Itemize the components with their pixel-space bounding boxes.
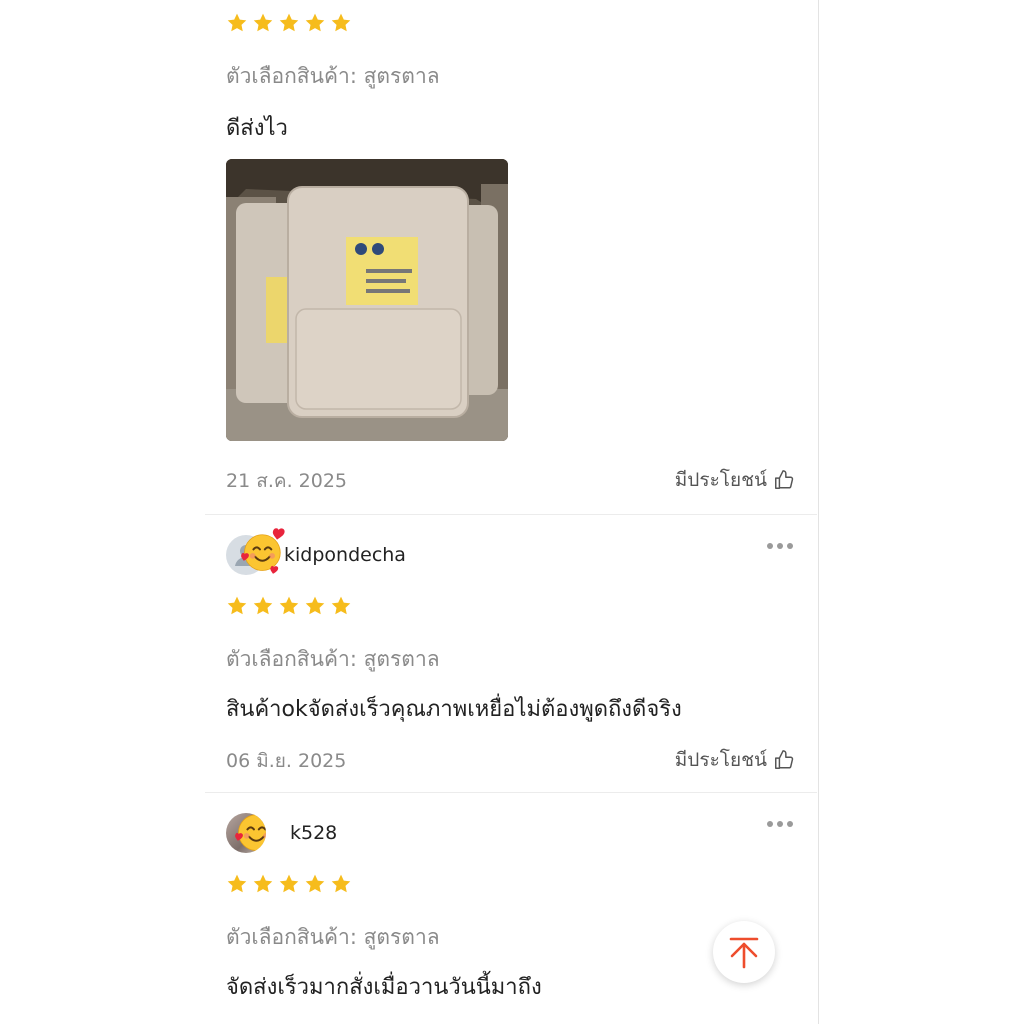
scroll-to-top-button[interactable]	[713, 921, 775, 983]
product-variant: ตัวเลือกสินค้า: สูตรตาล	[226, 64, 440, 88]
review-item-1: ตัวเลือกสินค้า: สูตรตาล ดีส่งไว 21 ส.ค. …	[205, 0, 817, 514]
reviewer-name: kidpondecha	[284, 544, 406, 566]
rating-stars	[226, 873, 352, 895]
star-icon	[252, 873, 274, 895]
star-icon	[226, 873, 248, 895]
review-feed: ตัวเลือกสินค้า: สูตรตาล ดีส่งไว 21 ส.ค. …	[205, 0, 817, 1024]
star-icon	[330, 595, 352, 617]
review-item-3: k528 ตัวเลือกสินค้า: สูตรตาล จัดส่งเร็วม…	[205, 793, 817, 1024]
review-photo-image	[226, 159, 508, 441]
star-icon	[226, 12, 248, 34]
star-icon	[252, 595, 274, 617]
smiling-face-with-hearts-icon	[232, 813, 266, 853]
review-text: ดีส่งไว	[226, 116, 288, 141]
star-icon	[278, 595, 300, 617]
right-margin	[818, 0, 1024, 1024]
rating-stars	[226, 595, 352, 617]
review-photo[interactable]	[226, 159, 508, 441]
star-icon	[304, 595, 326, 617]
star-icon	[330, 12, 352, 34]
arrow-to-top-icon	[729, 937, 759, 969]
reviewer-name: k528	[290, 822, 338, 844]
avatar	[226, 535, 266, 575]
star-icon	[330, 873, 352, 895]
more-dots-icon	[767, 821, 773, 827]
star-icon	[304, 12, 326, 34]
star-icon	[304, 873, 326, 895]
thumbs-up-icon	[773, 469, 795, 491]
smiling-face-with-hearts-icon	[238, 525, 290, 577]
rating-stars	[226, 12, 352, 34]
more-dots-icon	[767, 543, 773, 549]
star-icon	[252, 12, 274, 34]
avatar	[226, 813, 266, 853]
left-margin	[0, 0, 205, 1024]
review-text: จัดส่งเร็วมากสั่งเมื่อวานวันนี้มาถึง	[226, 975, 542, 1000]
helpful-label: มีประโยชน์	[674, 749, 767, 771]
helpful-label: มีประโยชน์	[674, 469, 767, 491]
star-icon	[278, 12, 300, 34]
thumbs-up-icon	[773, 749, 795, 771]
review-date: 21 ส.ค. 2025	[226, 470, 347, 492]
product-variant: ตัวเลือกสินค้า: สูตรตาล	[226, 647, 440, 671]
more-options-button[interactable]	[763, 539, 797, 553]
review-date: 06 มิ.ย. 2025	[226, 750, 347, 772]
review-item-2: kidpondecha ตัวเลือกสินค้า: สูตรตาล สินค…	[205, 515, 817, 792]
reviewer: kidpondecha	[226, 535, 406, 575]
helpful-button[interactable]: มีประโยชน์	[675, 465, 795, 495]
product-variant: ตัวเลือกสินค้า: สูตรตาล	[226, 925, 440, 949]
star-icon	[278, 873, 300, 895]
more-options-button[interactable]	[763, 817, 797, 831]
review-text: สินค้าokจัดส่งเร็วคุณภาพเหยื่อไม่ต้องพูด…	[226, 697, 682, 722]
reviewer: k528	[226, 813, 337, 853]
star-icon	[226, 595, 248, 617]
helpful-button[interactable]: มีประโยชน์	[675, 745, 795, 775]
